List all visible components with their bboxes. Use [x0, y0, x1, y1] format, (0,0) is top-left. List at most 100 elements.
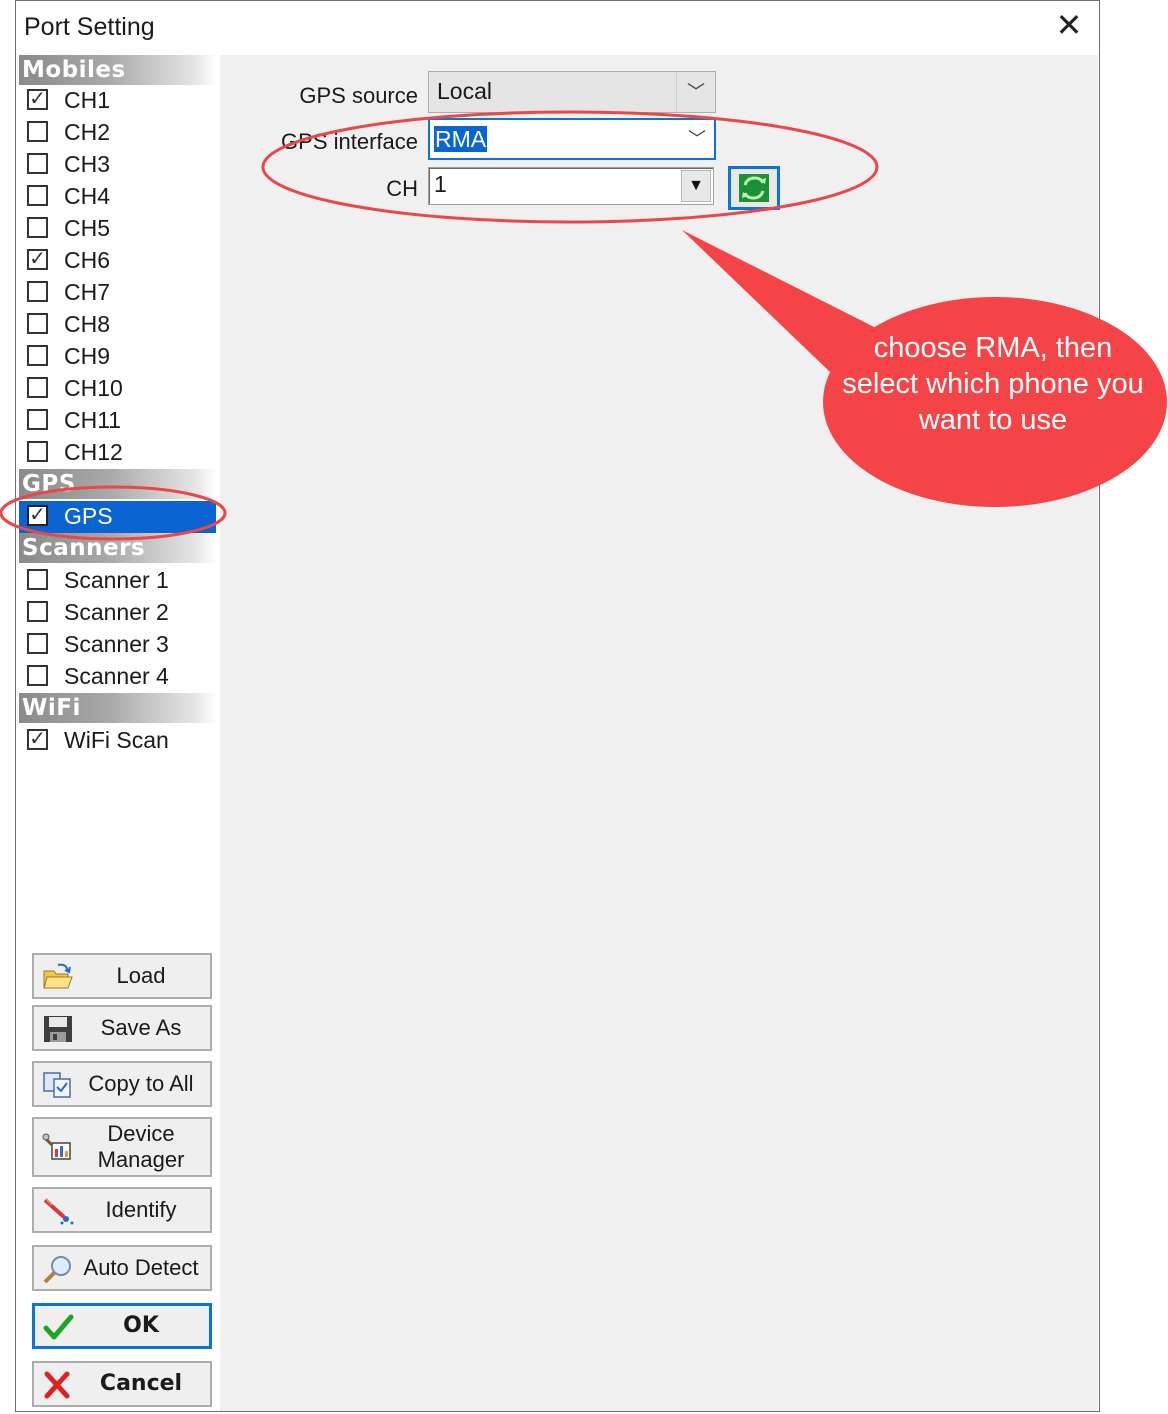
list-item-scanner-4[interactable]: Scanner 4: [19, 661, 216, 693]
list-item-scanner-3[interactable]: Scanner 3: [19, 629, 216, 661]
list-item-scanner-1[interactable]: Scanner 1: [19, 565, 216, 597]
item-label: CH12: [64, 439, 123, 465]
button-label: Copy to All: [88, 1071, 194, 1096]
chevron-down-icon: ﹀: [688, 129, 706, 149]
identify-wand-icon: [43, 1198, 74, 1225]
group-header-wifi: WiFi: [19, 693, 216, 723]
list-item-ch8[interactable]: CH8: [19, 309, 216, 341]
button-label: OK: [123, 1313, 159, 1338]
device-manager-icon: [42, 1133, 71, 1160]
copy-to-all-button[interactable]: Copy to All: [32, 1061, 212, 1107]
checkbox[interactable]: [27, 281, 48, 302]
checkbox[interactable]: [27, 345, 48, 366]
button-label: Load: [116, 963, 166, 988]
checkbox[interactable]: [27, 313, 48, 334]
auto-detect-button[interactable]: Auto Detect: [32, 1245, 212, 1291]
item-label: CH1: [64, 87, 111, 113]
item-label: CH8: [64, 311, 111, 337]
checkbox[interactable]: [27, 153, 48, 174]
list-item-ch3[interactable]: CH3: [19, 149, 216, 181]
item-label: CH9: [64, 343, 111, 369]
list-item-gps[interactable]: ✓ GPS: [19, 501, 216, 533]
item-label: CH6: [64, 247, 111, 273]
settings-panel: GPS source Local ﹀ GPS interface RMA ﹀ C…: [220, 55, 1098, 1411]
list-item-ch2[interactable]: CH2: [19, 117, 216, 149]
list-item-ch11[interactable]: CH11: [19, 405, 216, 437]
gps-interface-label: GPS interface: [281, 129, 418, 154]
save-as-button[interactable]: Save As: [32, 1005, 212, 1051]
item-label: CH4: [64, 183, 111, 209]
ch-select[interactable]: 1 ▼: [428, 167, 714, 205]
list-item-ch1[interactable]: ✓ CH1: [19, 85, 216, 117]
list-item-ch10[interactable]: CH10: [19, 373, 216, 405]
cancel-button[interactable]: Cancel: [32, 1361, 212, 1407]
button-label: Device Manager: [97, 1121, 185, 1172]
checkbox[interactable]: [27, 441, 48, 462]
item-label: Scanner 2: [64, 599, 169, 625]
list-item-scanner-2[interactable]: Scanner 2: [19, 597, 216, 629]
checkbox-checked[interactable]: ✓: [27, 505, 48, 526]
checkmark-icon: [43, 1314, 74, 1340]
checkbox[interactable]: [27, 665, 48, 686]
ch-label: CH: [386, 176, 418, 201]
group-header-scanners: Scanners: [19, 533, 216, 563]
item-label: Scanner 3: [64, 631, 169, 657]
item-label: GPS: [64, 503, 113, 529]
checkbox[interactable]: [27, 569, 48, 590]
item-label: CH7: [64, 279, 111, 305]
list-item-ch9[interactable]: CH9: [19, 341, 216, 373]
button-label: Save As: [100, 1015, 182, 1040]
open-folder-icon: [43, 963, 73, 989]
item-label: Scanner 4: [64, 663, 169, 689]
close-icon[interactable]: ✕: [1054, 7, 1084, 43]
refresh-icon: [739, 174, 769, 202]
callout-text: choose RMA, then select which phone you …: [842, 332, 1144, 436]
item-label: WiFi Scan: [64, 727, 169, 753]
list-item-ch4[interactable]: CH4: [19, 181, 216, 213]
button-label: Identify: [105, 1197, 177, 1222]
dropdown-arrow-icon[interactable]: ▼: [681, 170, 711, 202]
cancel-x-icon: [44, 1371, 70, 1399]
ch-value: 1: [434, 171, 447, 197]
floppy-disk-icon: [44, 1016, 72, 1042]
chevron-down-icon: ﹀: [676, 72, 715, 112]
window-title: Port Setting: [24, 13, 155, 41]
button-label: Auto Detect: [83, 1255, 199, 1280]
checkbox[interactable]: [27, 377, 48, 398]
item-label: Scanner 1: [64, 567, 169, 593]
gps-source-value: Local: [437, 78, 492, 104]
device-manager-button[interactable]: Device Manager: [32, 1117, 212, 1177]
checkbox[interactable]: [27, 217, 48, 238]
checkbox[interactable]: [27, 633, 48, 654]
list-item-ch5[interactable]: CH5: [19, 213, 216, 245]
gps-source-select[interactable]: Local ﹀: [428, 71, 716, 113]
magnifier-icon: [43, 1256, 71, 1283]
list-item-ch7[interactable]: CH7: [19, 277, 216, 309]
list-item-wifi-scan[interactable]: ✓ WiFi Scan: [19, 725, 216, 757]
gps-interface-value: RMA: [434, 126, 488, 152]
checkbox[interactable]: [27, 185, 48, 206]
copy-icon: [43, 1072, 71, 1098]
load-button[interactable]: Load: [32, 953, 212, 999]
group-header-mobiles: Mobiles: [19, 55, 216, 85]
list-item-ch12[interactable]: CH12: [19, 437, 216, 469]
gps-interface-select[interactable]: RMA ﹀: [428, 118, 716, 160]
checkbox-checked[interactable]: ✓: [27, 729, 48, 750]
refresh-button[interactable]: [728, 166, 780, 210]
item-label: CH2: [64, 119, 111, 145]
checkbox[interactable]: [27, 601, 48, 622]
checkbox[interactable]: [27, 409, 48, 430]
ok-button[interactable]: OK: [32, 1303, 212, 1349]
item-label: CH10: [64, 375, 123, 401]
checkbox[interactable]: [27, 121, 48, 142]
item-label: CH5: [64, 215, 111, 241]
identify-button[interactable]: Identify: [32, 1187, 212, 1233]
port-setting-dialog: Port Setting ✕ Mobiles ✓ CH1 CH2 CH3 CH4…: [15, 0, 1100, 1412]
button-label: Cancel: [99, 1371, 183, 1396]
checkbox-checked[interactable]: ✓: [27, 89, 48, 110]
device-list-sidebar: Mobiles ✓ CH1 CH2 CH3 CH4 CH5 ✓ CH6 CH7: [19, 55, 219, 1410]
group-header-gps: GPS: [19, 469, 216, 499]
list-item-ch6[interactable]: ✓ CH6: [19, 245, 216, 277]
item-label: CH11: [64, 407, 122, 433]
checkbox-checked[interactable]: ✓: [27, 249, 48, 270]
